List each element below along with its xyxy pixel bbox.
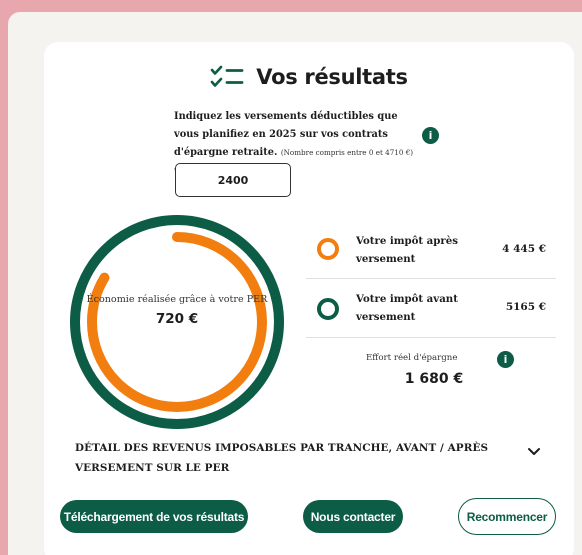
checklist-icon	[210, 65, 244, 87]
detail-accordion-header[interactable]: DÉTAIL DES REVENUS IMPOSABLES PAR TRANCH…	[75, 438, 515, 478]
download-results-button[interactable]: Téléchargement de vos résultats	[60, 500, 248, 533]
savings-label: Économie réalisée grâce à votre PER	[86, 294, 268, 305]
title-row: Vos résultats	[44, 62, 574, 92]
tax-before-value: 5165 €	[505, 301, 546, 313]
effort-value: 1 680 €	[404, 371, 464, 387]
divider	[306, 278, 556, 279]
tax-after-label: Votre impôt après versement	[356, 235, 458, 265]
page-title: Vos résultats	[256, 65, 408, 89]
deductible-amount-input[interactable]	[175, 163, 291, 197]
tax-before-label: Votre impôt avant versement	[356, 293, 458, 323]
effort-label: Effort réel d'épargne	[366, 353, 458, 363]
divider	[306, 337, 556, 338]
savings-summary: Économie réalisée grâce à votre PER 720 …	[68, 294, 286, 327]
chevron-down-icon[interactable]	[527, 447, 541, 457]
info-icon[interactable]: i	[422, 127, 439, 144]
green-ring-icon	[317, 298, 339, 320]
info-icon[interactable]: i	[497, 351, 514, 368]
restart-button[interactable]: Recommencer	[458, 498, 556, 535]
tax-after-value: 4 445 €	[502, 243, 546, 255]
results-card: Vos résultats Indiquez les versements dé…	[44, 42, 574, 555]
orange-ring-icon	[317, 238, 339, 260]
contact-button[interactable]: Nous contacter	[303, 500, 403, 533]
savings-value: 720 €	[155, 311, 199, 327]
page-frame: Vos résultats Indiquez les versements dé…	[8, 12, 582, 555]
